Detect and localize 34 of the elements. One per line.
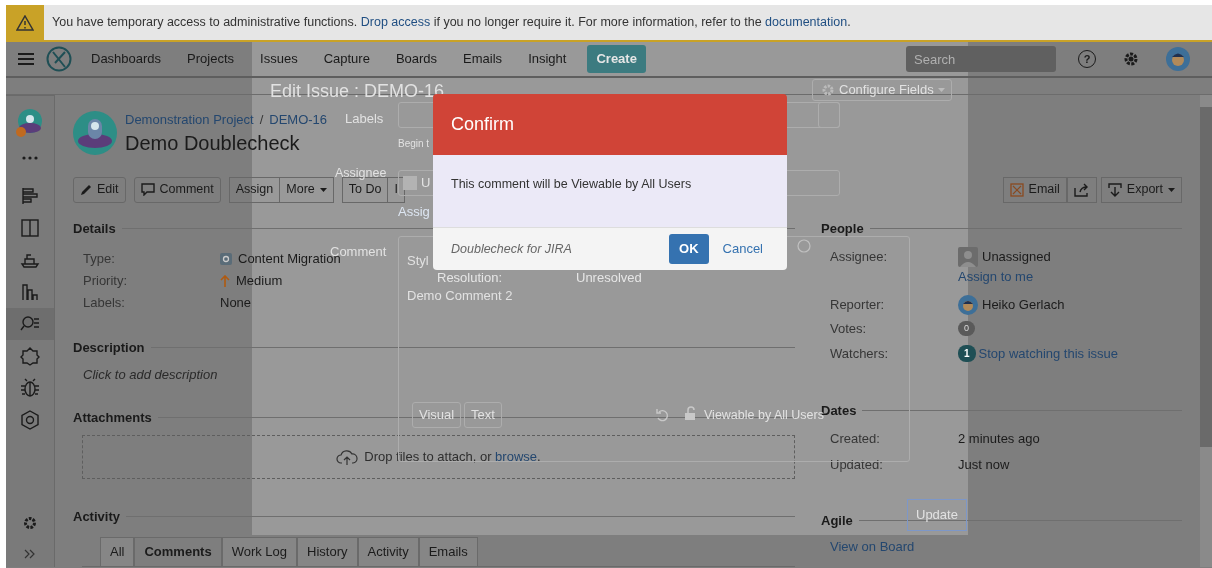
section-heading: Description — [73, 339, 145, 357]
field-label: Updated: — [830, 455, 884, 474]
assignee-name: Unassigned — [982, 248, 1051, 267]
field-label: Priority: — [83, 272, 129, 291]
confirm-message: This comment will be Viewable by All Users — [433, 155, 787, 227]
field-label: Watchers: — [830, 345, 890, 363]
date-value: 2 minutes ago — [958, 430, 1040, 448]
field-label: Reporter: — [830, 295, 886, 314]
field-label: Votes: — [830, 319, 868, 338]
field-label: Assignee: — [830, 248, 889, 267]
confirm-title: Confirm — [433, 94, 787, 155]
section-heading: Details — [73, 219, 116, 238]
breadcrumb-separator: / — [259, 111, 264, 129]
field-label: Labels — [345, 110, 384, 128]
date-value: Just now — [958, 455, 1010, 474]
field-value: Medium — [236, 272, 283, 291]
dialog-footer-text: Doublecheck for JIRA — [451, 240, 572, 258]
field-label: Type: — [83, 250, 116, 269]
field-label: Labels: — [83, 294, 126, 313]
issue-title: Demo Doublecheck — [125, 130, 301, 156]
field-value: None — [220, 294, 252, 313]
toolbar-label: Styl — [407, 252, 429, 270]
field-label: Created: — [830, 430, 881, 448]
drop-text: Drop files to attach, or browse. — [364, 447, 541, 466]
reporter-name: Heiko Gerlach — [982, 295, 1065, 314]
section-heading: Attachments — [73, 409, 152, 427]
comment-text: Demo Comment 2 — [407, 287, 513, 305]
section-heading: People — [821, 219, 864, 238]
section-heading: Activity — [73, 507, 120, 526]
section-heading: Agile — [821, 512, 853, 530]
table-cell-text: Resolution: — [437, 269, 503, 287]
table-cell-text: Unresolved — [576, 269, 642, 287]
field-hint: Begin t — [398, 137, 430, 151]
banner-message: You have temporary access to administrative functions. Drop access if you no longer require it. For more information, refer to the documentation. — [51, 14, 851, 32]
